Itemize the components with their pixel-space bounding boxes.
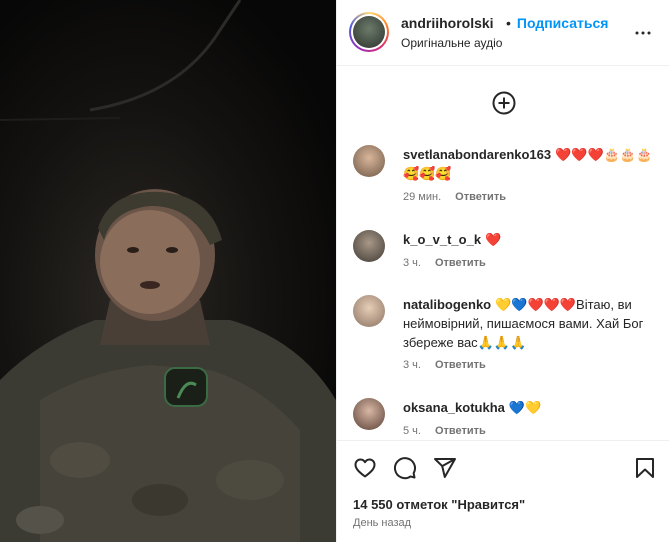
reply-button[interactable]: Ответить (455, 191, 506, 203)
add-comment-icon[interactable] (492, 91, 516, 115)
commenter-username[interactable]: k_o_v_t_o_k (403, 232, 481, 247)
reply-button[interactable]: Ответить (435, 359, 486, 371)
author-username[interactable]: andriihorolski (401, 15, 494, 31)
commenter-username[interactable]: oksana_kotukha (403, 400, 505, 415)
actions-divider (337, 440, 669, 441)
audio-label[interactable]: Оригінальне аудіо (401, 36, 502, 50)
reply-button[interactable]: Ответить (435, 257, 486, 269)
post-panel: andriihorolski • Подписаться Оригінальне … (336, 0, 669, 542)
commenter-avatar[interactable] (353, 398, 385, 430)
comment-time: 5 ч. (403, 425, 421, 437)
heart-icon[interactable] (353, 456, 377, 480)
video-frame-image (0, 0, 336, 542)
commenter-username[interactable]: natalibogenko (403, 297, 491, 312)
commenter-username[interactable]: svetlanabondarenko163 (403, 147, 551, 162)
bookmark-icon[interactable] (633, 456, 657, 480)
comment-time: 3 ч. (403, 257, 421, 269)
comment-time: 29 мин. (403, 191, 442, 203)
reply-button[interactable]: Ответить (435, 425, 486, 437)
video-player[interactable] (0, 0, 336, 542)
share-icon[interactable] (433, 456, 457, 480)
comment-icon[interactable] (393, 456, 417, 480)
commenter-avatar[interactable] (353, 145, 385, 177)
comment-text: 💙💛 (508, 400, 542, 415)
post-actions-bar (337, 452, 669, 484)
likes-count[interactable]: 14 550 отметок "Нравится" (353, 497, 525, 512)
comment-text: ❤️ (485, 232, 502, 247)
follow-button[interactable]: • Подписаться (506, 15, 608, 31)
commenter-avatar[interactable] (353, 295, 385, 327)
more-options-icon[interactable] (634, 24, 652, 42)
post-header: andriihorolski • Подписаться Оригінальне … (337, 0, 669, 66)
post-date[interactable]: День назад (353, 517, 411, 529)
author-avatar[interactable] (349, 12, 389, 52)
commenter-avatar[interactable] (353, 230, 385, 262)
comment-time: 3 ч. (403, 359, 421, 371)
